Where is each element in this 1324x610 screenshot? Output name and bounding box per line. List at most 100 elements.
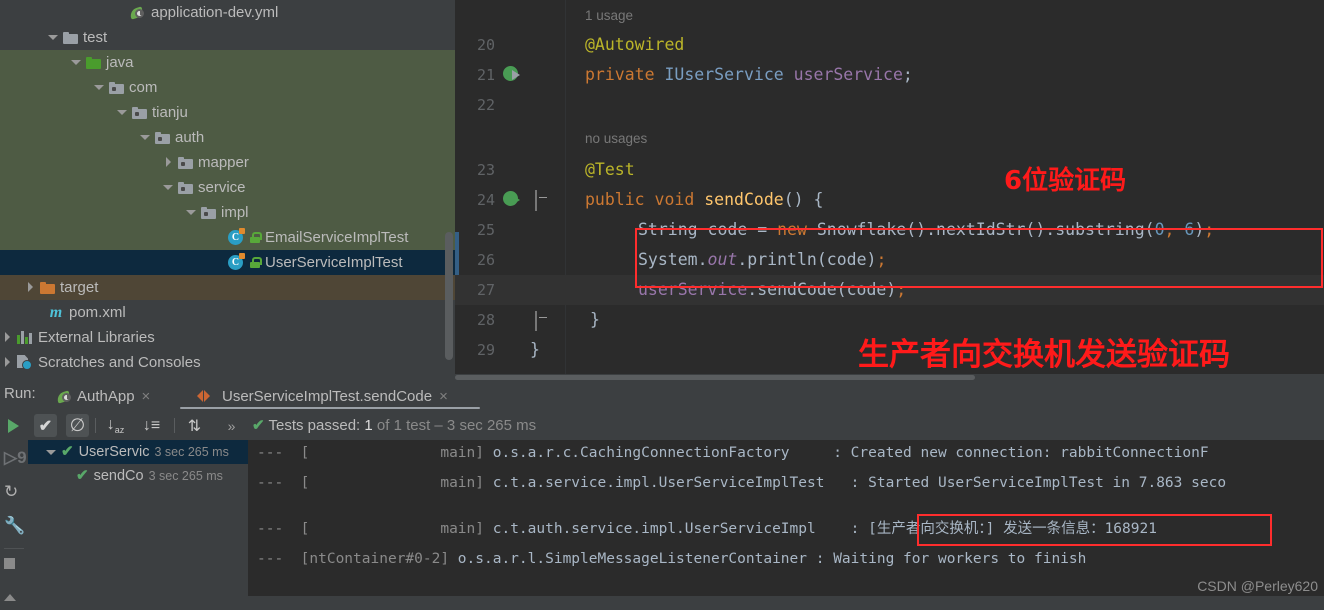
line-number: 26 bbox=[476, 251, 495, 269]
chevron-down-icon[interactable] bbox=[48, 32, 59, 43]
tree-item-label: application-dev.yml bbox=[151, 4, 279, 21]
tree-item-external-libraries[interactable]: External Libraries bbox=[0, 325, 455, 350]
passed-check-icon: ✔ bbox=[76, 467, 89, 484]
status-suffix: of 1 test – 3 sec 265 ms bbox=[372, 417, 537, 434]
line-number: 21 bbox=[476, 66, 495, 84]
status-check-icon: ✔ bbox=[252, 417, 265, 434]
tree-item-mapper[interactable]: mapper bbox=[0, 150, 455, 175]
console-line-message: Waiting for workers to finish bbox=[833, 551, 1087, 567]
test-tree-label: UserServic bbox=[78, 444, 150, 460]
console-line-prefix: --- [ bbox=[257, 521, 310, 537]
console-line-thread: main] bbox=[309, 445, 484, 461]
chevron-right-icon[interactable] bbox=[2, 332, 13, 343]
tree-item-label: com bbox=[129, 79, 158, 96]
test-tree-row-method[interactable]: ✔ sendCo 3 sec 265 ms bbox=[28, 464, 248, 488]
editor-line-22: 22 bbox=[455, 90, 1324, 120]
console-line-prefix: --- [ bbox=[257, 551, 310, 567]
editor-line-23: 23 @Test bbox=[455, 155, 1324, 185]
tree-item-target[interactable]: target bbox=[0, 275, 455, 300]
test-duration: 3 sec 265 ms bbox=[154, 445, 229, 459]
tree-item-tianju[interactable]: tianju bbox=[0, 100, 455, 125]
tree-item-com[interactable]: com bbox=[0, 75, 455, 100]
chevron-down-icon[interactable] bbox=[71, 57, 82, 68]
chevron-down-icon[interactable] bbox=[117, 107, 128, 118]
run-tab-userserviceimpltest-sendcode[interactable]: UserServiceImplTest.sendCode × bbox=[197, 383, 448, 409]
chevron-down-icon[interactable] bbox=[140, 132, 151, 143]
console-line-sep: : bbox=[815, 521, 869, 537]
chevron-down-icon[interactable] bbox=[46, 447, 57, 458]
chevron-down-icon[interactable] bbox=[186, 207, 197, 218]
tree-item-scratches-and-consoles[interactable]: Scratches and Consoles bbox=[0, 350, 455, 375]
tree-item-auth[interactable]: auth bbox=[0, 125, 455, 150]
console-line-sep: : bbox=[824, 475, 869, 491]
watermark: CSDN @Perley620 bbox=[1197, 578, 1318, 594]
tree-item-label: pom.xml bbox=[69, 304, 126, 321]
stop-icon[interactable] bbox=[4, 556, 26, 578]
console-line-thread: main] bbox=[309, 475, 484, 491]
settings-wrench-icon[interactable]: 🔧 bbox=[4, 516, 26, 538]
tree-item-userserviceimpltest[interactable]: C UserServiceImplTest bbox=[0, 250, 455, 275]
line-number: 23 bbox=[476, 161, 495, 179]
console-line-sep: : bbox=[807, 551, 834, 567]
implemented-arrow-icon[interactable] bbox=[503, 65, 523, 85]
sort-alphabetically-icon[interactable]: ↓az bbox=[104, 414, 127, 437]
project-tree-panel[interactable]: application-dev.yml test java com tianju… bbox=[0, 0, 455, 380]
console-line-logger: c.t.auth.service.impl.UserServiceImpl bbox=[484, 521, 816, 537]
tree-item-label: mapper bbox=[198, 154, 249, 171]
console-line-prefix: --- [ bbox=[257, 445, 310, 461]
tree-item-pom-xml[interactable]: m pom.xml bbox=[0, 300, 455, 325]
tree-item-emailserviceimpltest[interactable]: C EmailServiceImplTest bbox=[0, 225, 455, 250]
console-line-thread: main] bbox=[309, 521, 484, 537]
editor-line-20: 20 @Autowired bbox=[455, 30, 1324, 60]
console-line-thread: ntContainer#0-2] bbox=[309, 551, 450, 567]
run-test-icon[interactable] bbox=[503, 190, 523, 210]
spring-leaf-icon bbox=[128, 5, 146, 21]
console-line-sep: : bbox=[789, 445, 851, 461]
tree-item-java[interactable]: java bbox=[0, 50, 455, 75]
show-ignored-toggle[interactable]: ∅ bbox=[66, 414, 89, 437]
code-fold-end-toggle[interactable] bbox=[535, 311, 553, 331]
run-tab-label: AuthApp bbox=[77, 387, 135, 405]
code-editor[interactable]: 1 usage 20 @Autowired 21 private IUserSe… bbox=[455, 0, 1324, 380]
code-fold-toggle[interactable] bbox=[535, 190, 553, 211]
usage-hint[interactable]: 1 usage bbox=[585, 5, 633, 27]
maven-icon: m bbox=[49, 304, 63, 321]
test-tree-label: sendCo bbox=[93, 468, 144, 484]
chevron-down-icon[interactable] bbox=[94, 82, 105, 93]
line-number: 28 bbox=[476, 311, 495, 329]
tree-item-service[interactable]: service bbox=[0, 175, 455, 200]
tree-item-label: service bbox=[198, 179, 246, 196]
chevron-down-icon[interactable] bbox=[163, 182, 174, 193]
chevron-right-icon[interactable] bbox=[163, 157, 174, 168]
show-passed-toggle[interactable]: ✔ bbox=[34, 414, 57, 437]
close-icon[interactable]: × bbox=[142, 388, 151, 405]
tree-item-impl[interactable]: impl bbox=[0, 200, 455, 225]
project-tree-scrollbar[interactable] bbox=[445, 232, 453, 360]
sort-by-duration-icon[interactable]: ↓≡ bbox=[140, 414, 163, 437]
console-line-message: Started UserServiceImplTest in 7.863 sec… bbox=[868, 475, 1227, 491]
package-icon bbox=[178, 156, 193, 169]
lock-icon bbox=[248, 257, 262, 268]
run-tab-authapp[interactable]: AuthApp × bbox=[55, 383, 151, 409]
chevron-right-icon[interactable] bbox=[25, 282, 36, 293]
console-highlight-box bbox=[917, 514, 1272, 546]
tree-item-test[interactable]: test bbox=[0, 25, 455, 50]
rerun-tests-icon[interactable]: ↻ bbox=[4, 482, 26, 504]
debug-icon[interactable]: ▷9 bbox=[4, 448, 27, 470]
package-icon bbox=[109, 81, 124, 94]
run-tabbar: Run: AuthApp × UserServiceImplTest.sendC… bbox=[0, 380, 1324, 410]
close-icon[interactable]: × bbox=[439, 388, 448, 405]
more-options-icon[interactable]: » bbox=[220, 414, 243, 437]
usage-hint[interactable]: no usages bbox=[585, 128, 647, 150]
pin-icon[interactable] bbox=[4, 588, 26, 610]
chevron-right-icon[interactable] bbox=[2, 357, 13, 368]
expand-collapse-icon[interactable]: ⇅ bbox=[183, 414, 206, 437]
tree-item-label: External Libraries bbox=[38, 329, 155, 346]
test-tree-row-class[interactable]: ✔ UserServic 3 sec 265 ms bbox=[28, 440, 248, 464]
package-icon bbox=[132, 106, 147, 119]
ide-window: application-dev.yml test java com tianju… bbox=[0, 0, 1324, 601]
console-output[interactable]: --- [ main] o.s.a.r.c.CachingConnectionF… bbox=[249, 440, 1324, 596]
test-results-tree[interactable]: ✔ UserServic 3 sec 265 ms ✔ sendCo 3 sec… bbox=[28, 440, 249, 596]
tree-item-application-dev-yml[interactable]: application-dev.yml bbox=[0, 0, 455, 25]
passed-check-icon: ✔ bbox=[61, 443, 74, 460]
